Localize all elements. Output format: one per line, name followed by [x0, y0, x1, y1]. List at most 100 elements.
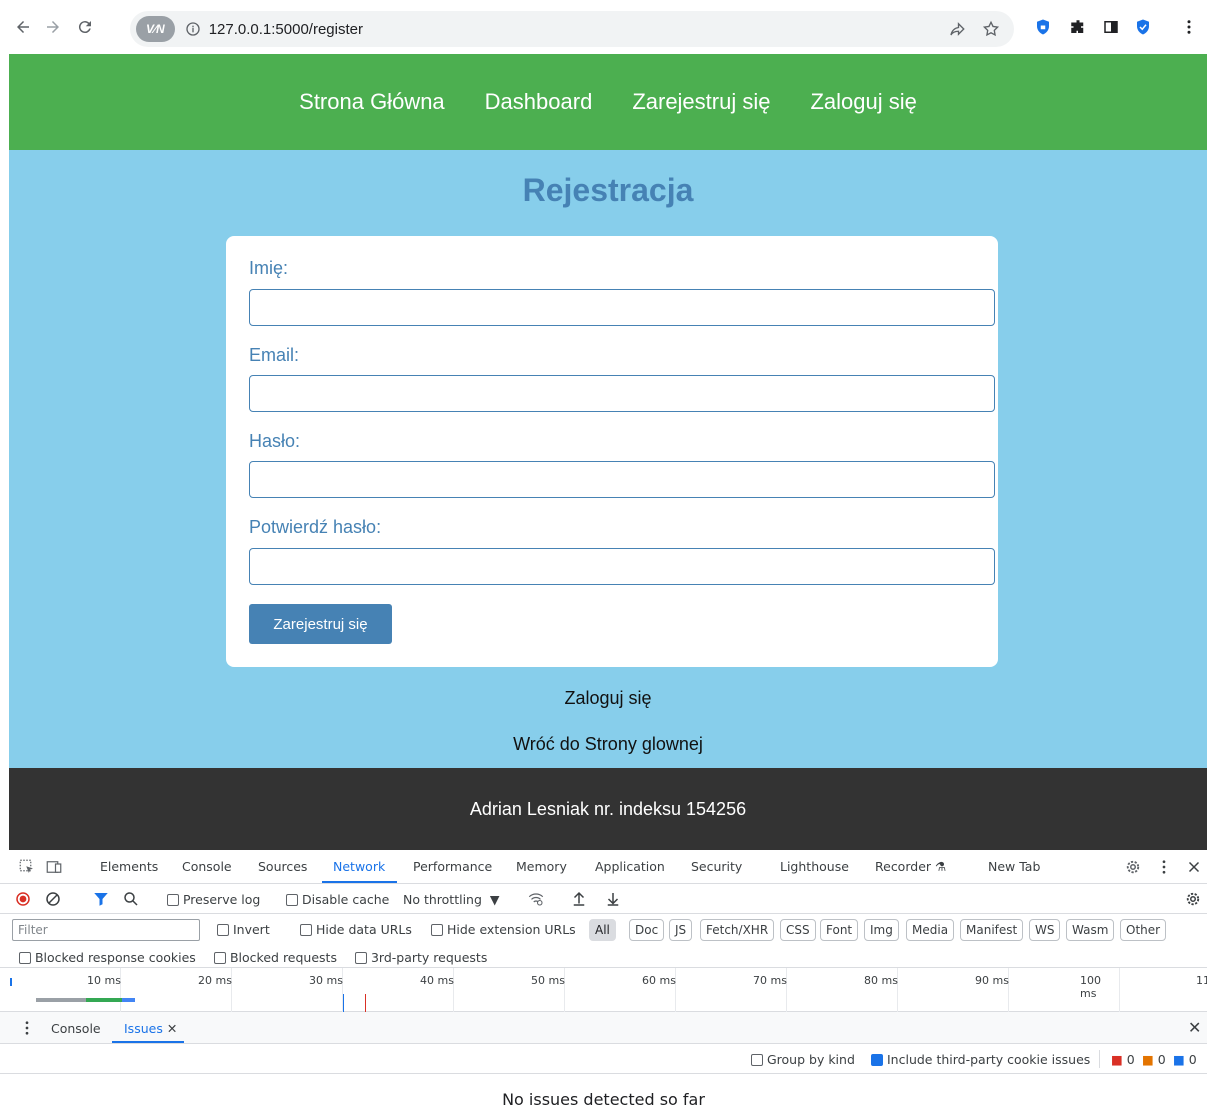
active-tab-indicator [322, 881, 397, 883]
menu-icon[interactable] [1179, 17, 1199, 37]
tab-recorder[interactable]: Recorder ⚗ [875, 859, 946, 874]
type-filter-doc[interactable]: Doc [629, 919, 665, 941]
register-button[interactable]: Zarejestruj się [249, 604, 392, 644]
extensions-icon[interactable] [1068, 17, 1088, 37]
filter-icon[interactable] [92, 890, 110, 908]
close-drawer-icon[interactable]: ✕ [1188, 1018, 1201, 1037]
type-filter-img[interactable]: Img [864, 919, 899, 941]
network-toolbar: Preserve log Disable cache No throttling… [0, 884, 1207, 914]
type-filter-all[interactable]: All [589, 919, 616, 941]
flask-icon: ⚗ [935, 859, 947, 874]
type-filter-js[interactable]: JS [669, 919, 693, 941]
import-har-icon[interactable] [570, 890, 588, 908]
drawer-tab-issues[interactable]: Issues ✕ [124, 1021, 177, 1036]
nav-home[interactable]: Strona Główna [299, 89, 445, 115]
type-filter-ws[interactable]: WS [1029, 919, 1061, 941]
info-icon[interactable] [185, 21, 201, 37]
search-icon[interactable] [122, 890, 140, 908]
third-party-toggle[interactable]: 3rd-party requests [355, 950, 487, 965]
hide-extension-urls-checkbox[interactable] [431, 924, 443, 936]
network-conditions-icon[interactable] [527, 890, 545, 908]
tab-elements[interactable]: Elements [100, 859, 158, 874]
preserve-log-toggle[interactable]: Preserve log [167, 892, 260, 907]
issue-warning-count[interactable]: ■ 0 [1142, 1052, 1166, 1067]
email-input[interactable] [249, 375, 995, 412]
share-icon[interactable] [948, 20, 966, 38]
close-devtools-icon[interactable] [1185, 858, 1203, 876]
type-filter-other[interactable]: Other [1120, 919, 1167, 941]
tab-lighthouse[interactable]: Lighthouse [780, 859, 849, 874]
disable-cache-checkbox[interactable] [286, 894, 298, 906]
home-link[interactable]: Wróć do Strony glownej [9, 734, 1207, 755]
tab-memory[interactable]: Memory [516, 859, 567, 874]
name-input[interactable] [249, 289, 995, 326]
preserve-log-checkbox[interactable] [167, 894, 179, 906]
back-button[interactable] [10, 14, 36, 40]
type-filter-font[interactable]: Font [820, 919, 859, 941]
type-filter-manifest[interactable]: Manifest [960, 919, 1024, 941]
login-link[interactable]: Zaloguj się [9, 688, 1207, 709]
tab-network[interactable]: Network [333, 859, 385, 874]
address-bar[interactable]: V⁄N 127.0.0.1:5000/register [130, 11, 1014, 47]
type-filter-css[interactable]: CSS [780, 919, 816, 941]
blocked-requests-toggle[interactable]: Blocked requests [214, 950, 337, 965]
type-filter-wasm[interactable]: Wasm [1066, 919, 1115, 941]
blocked-cookies-toggle[interactable]: Blocked response cookies [19, 950, 196, 965]
invert-toggle[interactable]: Invert [217, 922, 270, 937]
drawer-tab-console[interactable]: Console [51, 1021, 101, 1036]
close-issues-tab-icon[interactable]: ✕ [167, 1021, 177, 1036]
reload-button[interactable] [72, 14, 98, 40]
url-text[interactable]: 127.0.0.1:5000/register [209, 21, 363, 38]
type-filter-fetch-xhr[interactable]: Fetch/XHR [700, 919, 775, 941]
tick-label: 50 ms [531, 974, 565, 987]
issue-error-count[interactable]: ■ 0 [1111, 1052, 1135, 1067]
warning-count-value: 0 [1157, 1052, 1166, 1067]
puzzle-icon [1071, 20, 1084, 33]
group-by-kind-toggle[interactable]: Group by kind [751, 1052, 855, 1067]
forward-button[interactable] [40, 14, 66, 40]
tab-performance[interactable]: Performance [413, 859, 492, 874]
throttling-select[interactable]: No throttling ▼ [403, 892, 500, 907]
issue-info-count[interactable]: ■ 0 [1173, 1052, 1197, 1067]
devtools-menu-icon[interactable] [1155, 858, 1173, 876]
filter-input[interactable]: Filter [12, 919, 200, 941]
nav-register[interactable]: Zarejestruj się [632, 89, 770, 115]
invert-checkbox[interactable] [217, 924, 229, 936]
tab-sources[interactable]: Sources [258, 859, 307, 874]
hide-extension-urls-toggle[interactable]: Hide extension URLs [431, 922, 576, 937]
vpn-extension-icon[interactable] [1033, 17, 1053, 37]
timeline-bar-waiting [86, 998, 122, 1002]
hide-data-urls-checkbox[interactable] [300, 924, 312, 936]
record-icon[interactable] [14, 890, 32, 908]
blocked-cookies-checkbox[interactable] [19, 952, 31, 964]
disable-cache-toggle[interactable]: Disable cache [286, 892, 389, 907]
register-form: Imię: Email: Hasło: Potwierdź hasło: Zar… [226, 236, 998, 667]
tab-application[interactable]: Application [595, 859, 665, 874]
network-settings-icon[interactable] [1184, 890, 1202, 908]
blocked-requests-checkbox[interactable] [214, 952, 226, 964]
tab-new-tab[interactable]: New Tab [988, 859, 1040, 874]
include-third-party-toggle[interactable]: Include third-party cookie issues [871, 1052, 1090, 1067]
export-har-icon[interactable] [604, 890, 622, 908]
nav-login[interactable]: Zaloguj się [810, 89, 916, 115]
side-panel-icon[interactable] [1101, 17, 1121, 37]
password-input[interactable] [249, 461, 995, 498]
star-icon[interactable] [982, 20, 1000, 38]
tab-console[interactable]: Console [182, 859, 232, 874]
group-by-kind-checkbox[interactable] [751, 1054, 763, 1066]
device-toolbar-icon[interactable] [45, 858, 63, 876]
hide-data-urls-toggle[interactable]: Hide data URLs [300, 922, 412, 937]
security-extension-icon[interactable] [1133, 17, 1153, 37]
nav-dashboard[interactable]: Dashboard [485, 89, 593, 115]
third-party-checkbox[interactable] [355, 952, 367, 964]
tab-security[interactable]: Security [691, 859, 742, 874]
drawer-menu-icon[interactable] [18, 1019, 36, 1037]
network-overview-timeline[interactable]: 10 ms 20 ms 30 ms 40 ms 50 ms 60 ms 70 m… [0, 968, 1207, 1012]
include-third-party-checkbox[interactable] [871, 1054, 883, 1066]
type-filter-media[interactable]: Media [906, 919, 955, 941]
settings-icon[interactable] [1124, 858, 1142, 876]
confirm-password-input[interactable] [249, 548, 995, 585]
vpn-badge[interactable]: V⁄N [136, 16, 175, 42]
inspect-element-icon[interactable] [18, 858, 36, 876]
clear-icon[interactable] [44, 890, 62, 908]
